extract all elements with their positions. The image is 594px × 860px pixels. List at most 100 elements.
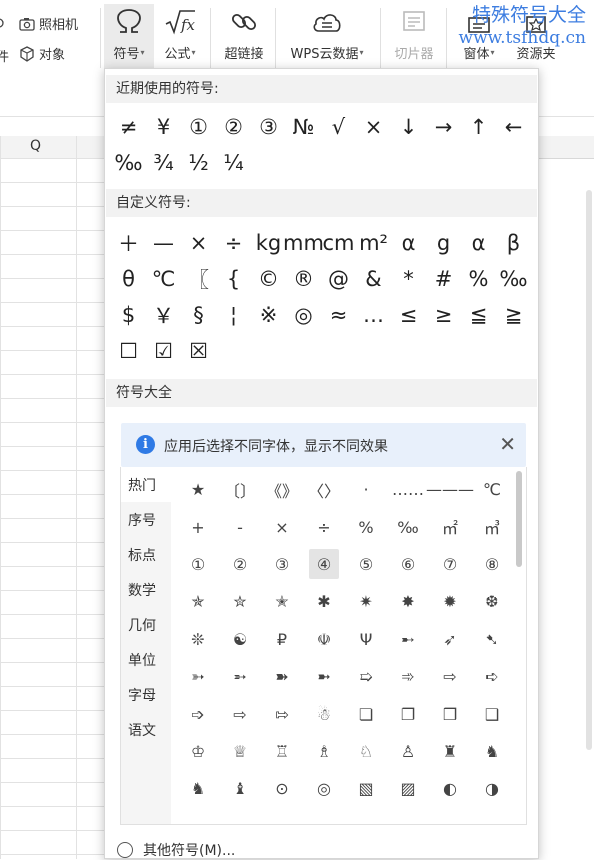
symbol-cell[interactable]: ♔ — [177, 733, 219, 770]
symbol-cell[interactable]: ▨ — [387, 770, 429, 807]
symbol-cell[interactable]: ≧ — [496, 297, 531, 333]
symbol-cell[interactable]: ⇨ — [219, 695, 261, 732]
symbol-cell[interactable]: ➸ — [387, 621, 429, 658]
symbol-cell[interactable]: ② — [216, 109, 251, 145]
symbol-cell[interactable]: ➵ — [219, 658, 261, 695]
symbol-cell[interactable]: ≠ — [111, 109, 146, 145]
symbol-cell[interactable]: ℃ — [146, 261, 181, 297]
symbol-cell[interactable]: — — [146, 225, 181, 261]
symbol-cell[interactable]: * — [391, 261, 426, 297]
symbol-cell[interactable]: β — [496, 225, 531, 261]
close-icon[interactable]: ✕ — [499, 432, 516, 456]
symbol-cell[interactable]: ➷ — [471, 621, 513, 658]
symbol-cell[interactable]: ♖ — [261, 733, 303, 770]
symbol-cell[interactable]: ＋ — [111, 225, 146, 261]
symbol-cell[interactable]: √ — [321, 109, 356, 145]
symbol-cell[interactable]: ♙ — [387, 733, 429, 770]
symbol-cell[interactable]: ④ — [303, 546, 345, 583]
sheet-scrollbar[interactable] — [586, 190, 592, 750]
more-symbols-button[interactable]: 其他符号(M)... — [117, 840, 235, 860]
symbol-cell[interactable]: cm — [321, 225, 356, 261]
column-header-q[interactable]: Q — [30, 138, 41, 154]
symbol-cell[interactable]: + — [177, 508, 219, 545]
symbol-cell[interactable]: ✭ — [261, 583, 303, 620]
symbol-cell[interactable]: ③ — [261, 546, 303, 583]
symbol-cell[interactable]: ≦ — [461, 297, 496, 333]
symbol-cell[interactable]: - — [219, 508, 261, 545]
symbol-cell[interactable]: ≤ — [391, 297, 426, 333]
symbol-cell[interactable]: ➯ — [345, 658, 387, 695]
symbol-cell[interactable]: ₽ — [261, 621, 303, 658]
symbol-cell[interactable]: ★ — [177, 471, 219, 508]
symbol-cell[interactable]: ♝ — [219, 770, 261, 807]
symbol-cell[interactable]: → — [426, 109, 461, 145]
category-item[interactable]: 数学 — [121, 572, 171, 607]
symbol-cell[interactable]: ⑦ — [429, 546, 471, 583]
symbol-cell[interactable]: ㎥ — [471, 508, 513, 545]
symbol-cell[interactable]: kg — [251, 225, 286, 261]
symbol-cell[interactable]: α — [461, 225, 496, 261]
symbol-cell[interactable]: ÷ — [216, 225, 251, 261]
symbol-cell[interactable]: 〖 — [181, 261, 216, 297]
symbol-button[interactable]: 符号 ▾ — [104, 4, 154, 68]
symbol-cell[interactable]: × — [356, 109, 391, 145]
symbol-cell[interactable]: ℃ — [471, 471, 513, 508]
symbol-cell[interactable]: mm — [283, 225, 324, 261]
symbol-cell[interactable]: ✷ — [345, 583, 387, 620]
symbol-cell[interactable]: ⑧ — [471, 546, 513, 583]
symbol-cell[interactable]: ※ — [251, 297, 286, 333]
symbol-cell[interactable]: ✯ — [177, 583, 219, 620]
symbol-cell[interactable]: ③ — [251, 109, 286, 145]
symbol-cell[interactable]: § — [181, 297, 216, 333]
symbol-cell[interactable]: 〔〕 — [219, 471, 261, 508]
symbol-cell[interactable]: ☒ — [181, 333, 216, 369]
symbol-cell[interactable]: ◎ — [286, 297, 321, 333]
symbol-cell[interactable]: ☫ — [303, 621, 345, 658]
symbol-cell[interactable]: ☯ — [219, 621, 261, 658]
symbol-cell[interactable]: ✮ — [219, 583, 261, 620]
symbol-cell[interactable]: g — [426, 225, 461, 261]
symbol-cell[interactable]: ➽ — [261, 658, 303, 695]
symbol-cell[interactable]: 〈〉 — [303, 471, 345, 508]
object-button[interactable]: 对象 — [19, 44, 65, 63]
category-item[interactable]: 标点 — [121, 537, 171, 572]
symbol-cell[interactable]: ✱ — [303, 583, 345, 620]
symbol-cell[interactable]: ➪ — [471, 658, 513, 695]
symbol-cell[interactable]: ⇰ — [261, 695, 303, 732]
symbol-cell[interactable]: θ — [111, 261, 146, 297]
symbol-cell[interactable]: α — [391, 225, 426, 261]
symbol-cell[interactable]: ❐ — [387, 695, 429, 732]
symbol-cell[interactable]: × — [261, 508, 303, 545]
symbol-cell[interactable]: ① — [177, 546, 219, 583]
symbol-cell[interactable]: ◐ — [429, 770, 471, 807]
symbol-cell[interactable]: @ — [321, 261, 356, 297]
symbol-cell[interactable]: ➩ — [177, 695, 219, 732]
symbol-cell[interactable]: ↓ — [391, 109, 426, 145]
formula-button[interactable]: fx 公式 ▾ — [157, 4, 203, 72]
category-item[interactable]: 热门 — [121, 467, 171, 502]
symbol-cell[interactable]: ♞ — [471, 733, 513, 770]
symbol-cell[interactable]: ‰ — [111, 145, 146, 181]
symbol-cell[interactable]: % — [345, 508, 387, 545]
symbol-cell[interactable]: { — [216, 261, 251, 297]
symbol-cell[interactable]: × — [181, 225, 216, 261]
symbol-cell[interactable]: ‰ — [496, 261, 531, 297]
symbol-cell[interactable]: ¼ — [216, 145, 251, 181]
symbol-cell[interactable]: ② — [219, 546, 261, 583]
symbol-cell[interactable]: ♜ — [429, 733, 471, 770]
symbol-cell[interactable]: ⇨ — [429, 658, 471, 695]
symbol-cell[interactable]: ◑ — [471, 770, 513, 807]
symbol-cell[interactable]: & — [356, 261, 391, 297]
symbol-cell[interactable]: …… — [387, 471, 429, 508]
symbol-cell[interactable]: № — [286, 109, 321, 145]
slicer-button[interactable]: 切片器 — [388, 4, 440, 72]
symbol-cell[interactable]: ♘ — [345, 733, 387, 770]
symbol-cell[interactable]: ⊙ — [261, 770, 303, 807]
symbol-cell[interactable]: ❏ — [345, 695, 387, 732]
symbol-cell[interactable]: ¥ — [146, 109, 181, 145]
symbol-cell[interactable]: ÷ — [303, 508, 345, 545]
symbol-cell[interactable]: ♗ — [303, 733, 345, 770]
symbol-cell[interactable]: ¾ — [146, 145, 181, 181]
symbol-cell[interactable]: ≥ — [426, 297, 461, 333]
symbol-cell[interactable]: ✹ — [429, 583, 471, 620]
